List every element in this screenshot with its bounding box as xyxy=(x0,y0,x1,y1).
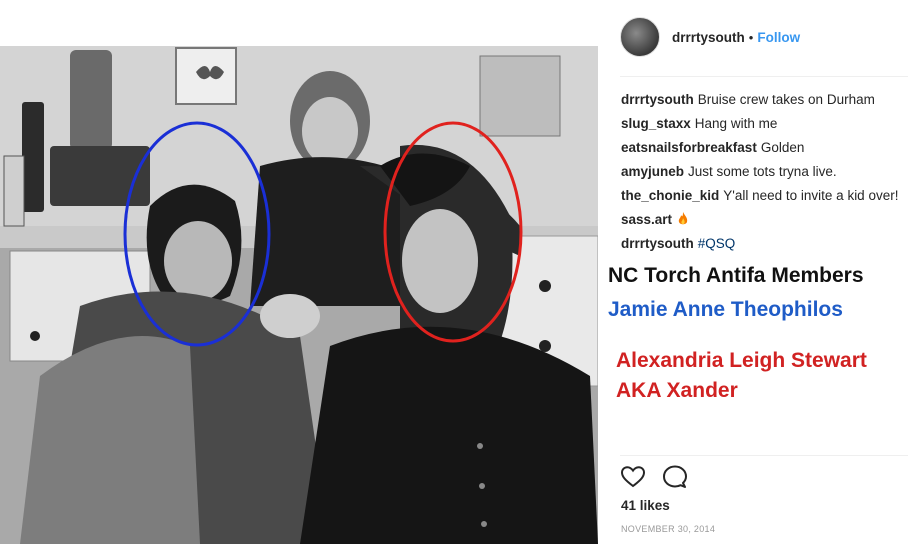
hashtag-link[interactable]: #QSQ xyxy=(698,236,736,251)
post-photo-container xyxy=(0,0,600,544)
comment-text: Y'all need to invite a kid over! xyxy=(723,188,899,203)
comment-author[interactable]: drrrtysouth xyxy=(621,92,694,107)
header-username[interactable]: drrrtysouth xyxy=(672,30,745,45)
overlay-name-red: Alexandria Leigh Stewart AKA Xander xyxy=(616,346,867,406)
comment-text: Just some tots tryna live. xyxy=(688,164,837,179)
photo-illustration xyxy=(0,46,598,544)
overlay-name-red-line2: AKA Xander xyxy=(616,379,738,402)
post-date: NOVEMBER 30, 2014 xyxy=(621,524,716,534)
comment-author[interactable]: slug_staxx xyxy=(621,116,691,131)
comment-item: sass.art xyxy=(621,208,913,232)
comment-item: eatsnailsforbreakfast Golden xyxy=(621,136,913,160)
post-side-panel: drrrtysouth • Follow drrrtysouth Bruise c… xyxy=(600,0,918,544)
comment-author[interactable]: sass.art xyxy=(621,212,672,227)
follow-button[interactable]: Follow xyxy=(757,30,800,45)
post-photo[interactable] xyxy=(0,46,598,544)
comment-text: Bruise crew takes on Durham xyxy=(697,92,875,107)
comment-list: drrrtysouth Bruise crew takes on Durham s… xyxy=(621,88,913,256)
comment-item: slug_staxx Hang with me xyxy=(621,112,913,136)
comment-author[interactable]: drrrtysouth xyxy=(621,236,694,251)
comment-text: Hang with me xyxy=(694,116,778,131)
comment-button[interactable] xyxy=(662,464,688,490)
likes-count[interactable]: 41 likes xyxy=(621,498,670,513)
speech-bubble-icon xyxy=(663,465,687,488)
comment-text: Golden xyxy=(760,140,805,155)
actions-divider xyxy=(620,455,908,456)
heart-icon xyxy=(621,466,645,488)
comment-item: the_chonie_kid Y'all need to invite a kid… xyxy=(621,184,913,208)
overlay-name-blue: Jamie Anne Theophilos xyxy=(608,298,843,321)
like-button[interactable] xyxy=(620,464,646,490)
comment-author[interactable]: amyjuneb xyxy=(621,164,684,179)
avatar[interactable] xyxy=(620,17,660,57)
overlay-heading: NC Torch Antifa Members xyxy=(608,264,864,287)
comment-author[interactable]: eatsnailsforbreakfast xyxy=(621,140,757,155)
separator-dot: • xyxy=(748,29,754,45)
fire-icon xyxy=(678,212,688,225)
comment-item: drrrtysouth #QSQ xyxy=(621,232,913,256)
comment-item: amyjuneb Just some tots tryna live. xyxy=(621,160,913,184)
comment-author[interactable]: the_chonie_kid xyxy=(621,188,719,203)
header-divider xyxy=(620,76,908,77)
comment-item: drrrtysouth Bruise crew takes on Durham xyxy=(621,88,913,112)
post-header: drrrtysouth • Follow xyxy=(620,16,910,58)
overlay-name-red-line1: Alexandria Leigh Stewart xyxy=(616,349,867,372)
action-bar xyxy=(620,464,704,490)
